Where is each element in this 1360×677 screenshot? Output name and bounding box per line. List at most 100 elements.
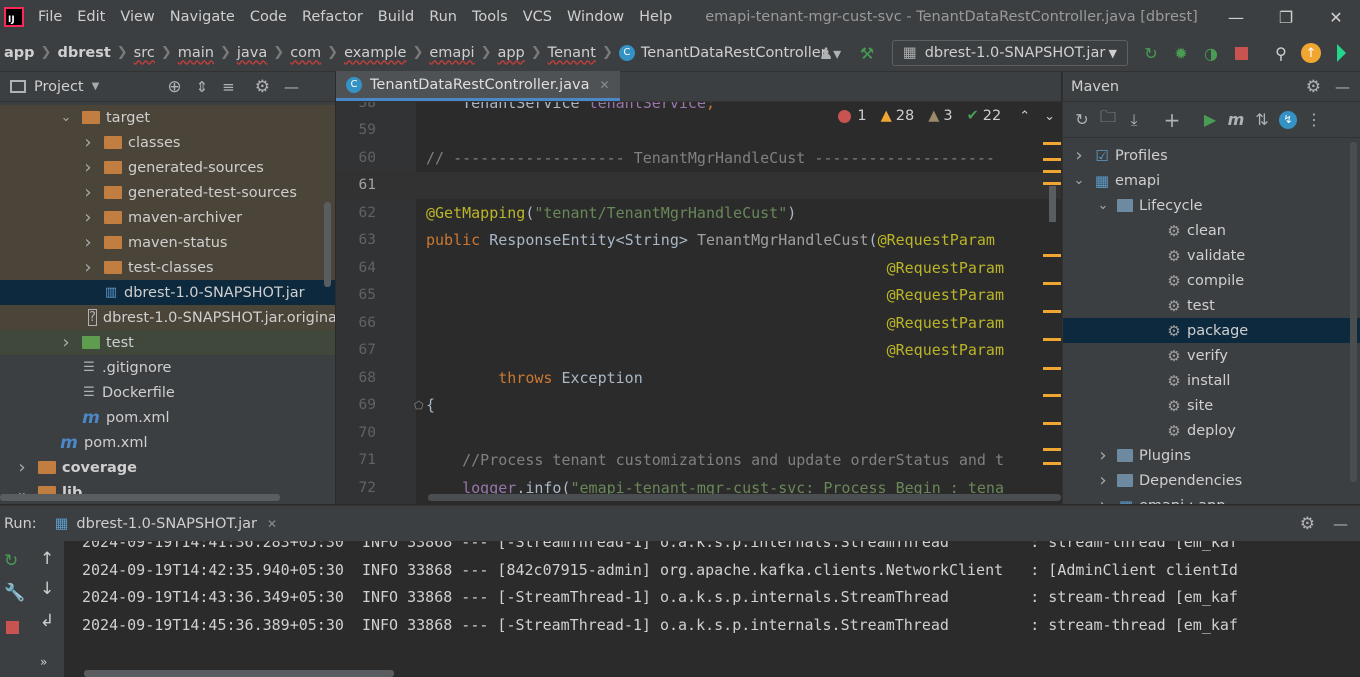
- code-line[interactable]: 63 public ResponseEntity<String> TenantMg…: [336, 227, 1061, 255]
- project-tree-item[interactable]: m pom.xml: [0, 405, 335, 430]
- menu-view[interactable]: View: [120, 9, 154, 25]
- code-area[interactable]: 58 TenantService tenantService; 59 60 // --…: [336, 102, 1061, 504]
- chevron-right-icon[interactable]: ›: [80, 207, 96, 228]
- hide-panel-icon[interactable]: —: [1333, 515, 1348, 533]
- error-count[interactable]: 1: [838, 108, 867, 124]
- project-tree-item[interactable]: ☰ .gitignore: [0, 355, 335, 380]
- maven-tree-item[interactable]: › ☑ Profiles: [1063, 143, 1360, 168]
- menu-navigate[interactable]: Navigate: [170, 9, 235, 25]
- soft-wrap-icon[interactable]: ↲: [40, 611, 54, 631]
- chevron-down-icon[interactable]: ▼: [92, 81, 100, 92]
- rerun-icon[interactable]: ↻: [1138, 40, 1164, 66]
- menu-tools[interactable]: Tools: [472, 9, 508, 25]
- breadcrumb-item[interactable]: java: [237, 45, 267, 61]
- generate-sources-icon[interactable]: 🗀: [1095, 107, 1121, 133]
- scroll-up-icon[interactable]: ↑: [40, 549, 54, 569]
- error-stripe[interactable]: [1043, 142, 1061, 482]
- project-tree-item[interactable]: › generated-sources: [0, 155, 335, 180]
- search-icon[interactable]: ⚲: [1268, 40, 1294, 66]
- menu-code[interactable]: Code: [250, 9, 287, 25]
- debug-bug-icon[interactable]: ✹: [1168, 40, 1194, 66]
- maven-tree-item[interactable]: ⌄ Lifecycle: [1063, 193, 1360, 218]
- code-line[interactable]: 67 @RequestParam: [336, 337, 1061, 365]
- menu-vcs[interactable]: VCS: [523, 9, 552, 25]
- close-window-button[interactable]: ✕: [1320, 8, 1352, 27]
- menu-refactor[interactable]: Refactor: [302, 9, 363, 25]
- menu-edit[interactable]: Edit: [77, 9, 105, 25]
- code-line[interactable]: 62 @GetMapping("tenant/TenantMgrHandleCus…: [336, 199, 1061, 227]
- plugin-logo-icon[interactable]: [1328, 40, 1354, 66]
- project-tree-item[interactable]: › maven-archiver: [0, 205, 335, 230]
- chevron-right-icon[interactable]: ›: [80, 232, 96, 253]
- project-tree-item[interactable]: ☰ Dockerfile: [0, 380, 335, 405]
- skip-tests-icon[interactable]: ↯: [1275, 107, 1301, 133]
- gear-icon[interactable]: ⚙: [255, 77, 270, 97]
- run-config-select[interactable]: ▦ dbrest-1.0-SNAPSHOT.jar ▼: [892, 40, 1128, 66]
- chevron-down-icon[interactable]: ⌄: [58, 110, 74, 125]
- chevron-right-icon[interactable]: ›: [80, 182, 96, 203]
- locate-file-icon[interactable]: ⊕: [167, 77, 181, 97]
- menu-help[interactable]: Help: [639, 9, 672, 25]
- hide-panel-icon[interactable]: —: [1335, 78, 1350, 96]
- code-line[interactable]: 65 @RequestParam: [336, 282, 1061, 310]
- lifecycle-goal-compile[interactable]: ⚙ compile: [1063, 268, 1360, 293]
- maximize-button[interactable]: ❐: [1270, 8, 1302, 27]
- next-problem-icon[interactable]: ⌄: [1044, 109, 1055, 124]
- toggle-offline-icon[interactable]: ⇅: [1249, 107, 1275, 133]
- menu-file[interactable]: File: [38, 9, 62, 25]
- code-line[interactable]: 70: [336, 419, 1061, 447]
- breadcrumb-item[interactable]: main: [178, 45, 214, 61]
- chevron-right-icon[interactable]: ›: [1095, 470, 1111, 491]
- previous-problem-icon[interactable]: ⌃: [1019, 109, 1030, 124]
- breadcrumb-item[interactable]: com: [290, 45, 321, 61]
- hide-panel-icon[interactable]: —: [284, 78, 299, 96]
- chevron-right-icon[interactable]: ›: [14, 457, 30, 478]
- maven-tree-item[interactable]: › Plugins: [1063, 443, 1360, 468]
- more-icon[interactable]: »: [40, 655, 47, 669]
- code-line[interactable]: 68 throws Exception: [336, 364, 1061, 392]
- scrollbar[interactable]: [324, 202, 331, 287]
- breadcrumb-item[interactable]: dbrest: [57, 45, 110, 61]
- download-icon[interactable]: ⤓: [1121, 107, 1147, 133]
- chevron-right-icon[interactable]: ›: [80, 157, 96, 178]
- warning-count[interactable]: ▲ 28: [881, 108, 915, 124]
- project-tree-item[interactable]: ▥ dbrest-1.0-SNAPSHOT.jar: [0, 280, 335, 305]
- project-tree-item[interactable]: › test: [0, 330, 335, 355]
- code-line[interactable]: 71 //Process tenant customizations and u…: [336, 447, 1061, 475]
- code-line[interactable]: 64 @RequestParam: [336, 254, 1061, 282]
- chevron-down-icon[interactable]: ⌄: [1095, 198, 1111, 213]
- minimize-button[interactable]: —: [1220, 8, 1252, 27]
- breadcrumb-item[interactable]: app: [497, 45, 524, 61]
- weak-warning-count[interactable]: ▲ 3: [928, 108, 952, 124]
- chevron-right-icon[interactable]: ›: [1095, 495, 1111, 504]
- menu-build[interactable]: Build: [378, 9, 414, 25]
- project-title[interactable]: Project: [34, 79, 84, 95]
- add-icon[interactable]: +: [1159, 107, 1185, 133]
- more-icon[interactable]: ⋮: [1301, 107, 1327, 133]
- project-tree-item[interactable]: › coverage: [0, 455, 335, 480]
- code-line[interactable]: 69 {⬠: [336, 392, 1061, 420]
- lifecycle-goal-verify[interactable]: ⚙ verify: [1063, 343, 1360, 368]
- breadcrumb-item[interactable]: emapi: [429, 45, 474, 61]
- chevron-right-icon[interactable]: ›: [58, 332, 74, 353]
- maven-tree-item[interactable]: ⌄ ▦ emapi: [1063, 168, 1360, 193]
- chevron-right-icon[interactable]: ›: [80, 132, 96, 153]
- menu-window[interactable]: Window: [567, 9, 624, 25]
- code-line[interactable]: 60 // ------------------- TenantMgrHandle…: [336, 144, 1061, 172]
- project-tree-item[interactable]: m pom.xml: [0, 430, 335, 455]
- wrench-icon[interactable]: 🔧: [4, 583, 25, 603]
- expand-all-icon[interactable]: ⇕: [196, 78, 209, 96]
- breadcrumb-item[interactable]: C TenantDataRestController: [618, 44, 827, 61]
- execute-goal-icon[interactable]: m: [1223, 107, 1249, 133]
- build-hammer-icon[interactable]: ⚒: [854, 40, 880, 66]
- code-line[interactable]: 66 @RequestParam: [336, 309, 1061, 337]
- breadcrumb-item[interactable]: app: [4, 45, 35, 61]
- run-tab[interactable]: ▦ dbrest-1.0-SNAPSHOT.jar ✕: [55, 516, 277, 532]
- menu-run[interactable]: Run: [429, 9, 457, 25]
- lifecycle-goal-site[interactable]: ⚙ site: [1063, 393, 1360, 418]
- project-tree-item[interactable]: › generated-test-sources: [0, 180, 335, 205]
- project-tree-item[interactable]: › classes: [0, 130, 335, 155]
- stop-icon[interactable]: [1228, 40, 1254, 66]
- fold-icon[interactable]: ⬠: [414, 399, 424, 412]
- project-tree-item[interactable]: ⌄ target: [0, 105, 335, 130]
